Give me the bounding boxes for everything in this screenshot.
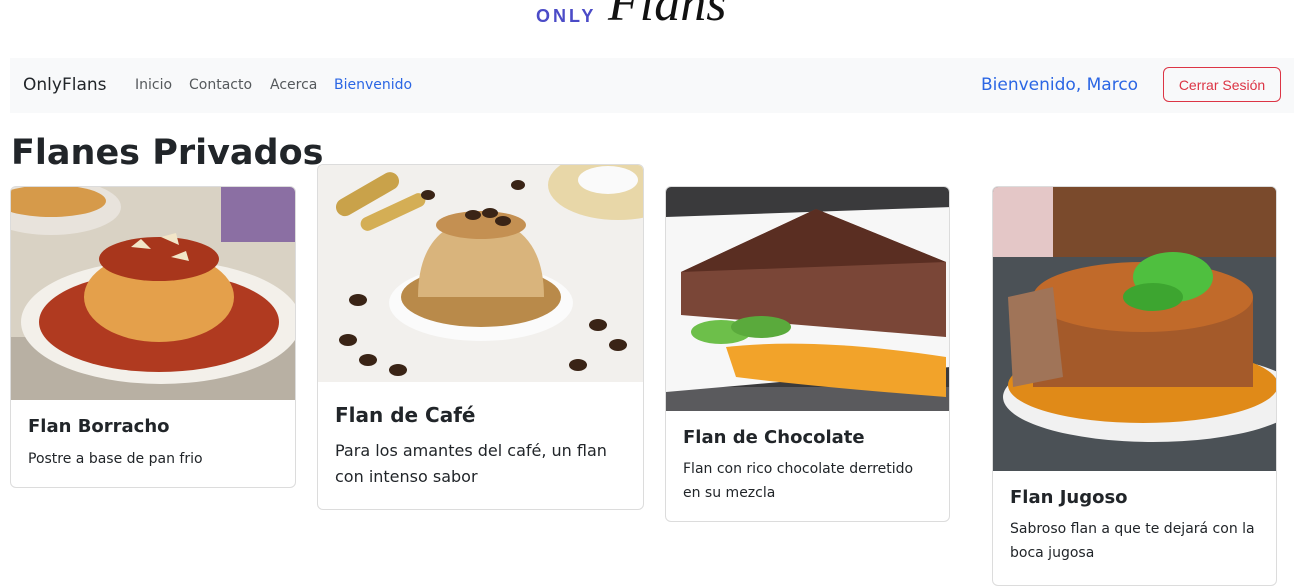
- flan-jugoso-image: [993, 187, 1276, 471]
- navbar: OnlyFlans Inicio Contacto Acerca Bienven…: [10, 58, 1294, 113]
- flan-card-chocolate[interactable]: Flan de Chocolate Flan con rico chocolat…: [665, 186, 950, 522]
- nav-link-bienvenido[interactable]: Bienvenido: [334, 77, 412, 93]
- navbar-brand[interactable]: OnlyFlans: [23, 75, 107, 95]
- card-title: Flan de Chocolate: [683, 427, 865, 448]
- card-text: Postre a base de pan frio: [28, 451, 203, 467]
- card-text: Sabroso flan a que te dejará con la boca…: [1010, 521, 1255, 561]
- logout-button[interactable]: Cerrar Sesión: [1163, 67, 1281, 102]
- nav-link-inicio[interactable]: Inicio: [135, 77, 172, 93]
- nav-link-acerca[interactable]: Acerca: [270, 77, 317, 93]
- logo-only-text: ONLY: [536, 6, 597, 26]
- card-title: Flan Jugoso: [1010, 487, 1128, 508]
- flan-chocolate-image: [666, 187, 949, 411]
- logo-flans-text: Flans: [608, 0, 727, 32]
- page-title: Flanes Privados: [11, 133, 324, 173]
- welcome-user-text: Bienvenido, Marco: [981, 75, 1139, 95]
- card-text: Para los amantes del café, un flan con i…: [335, 441, 607, 486]
- flan-cafe-image: [318, 165, 643, 382]
- flan-card-borracho[interactable]: Flan Borracho Postre a base de pan frio: [10, 186, 296, 488]
- card-title: Flan de Café: [335, 403, 476, 427]
- nav-link-contacto[interactable]: Contacto: [189, 77, 252, 93]
- flan-card-jugoso[interactable]: Flan Jugoso Sabroso flan a que te dejará…: [992, 186, 1277, 586]
- flan-card-cafe[interactable]: Flan de Café Para los amantes del café, …: [317, 164, 644, 510]
- flan-borracho-image: [11, 187, 295, 400]
- site-logo: ONLY Flans: [536, 0, 776, 40]
- card-title: Flan Borracho: [28, 416, 170, 437]
- card-text: Flan con rico chocolate derretido en su …: [683, 461, 914, 501]
